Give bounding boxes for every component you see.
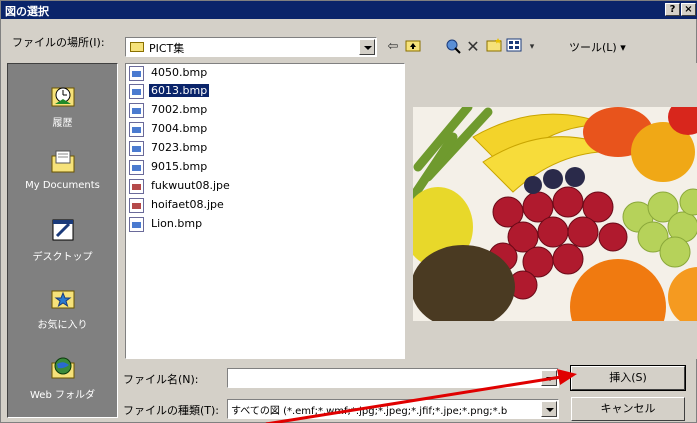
chevron-down-icon[interactable] [359,39,375,55]
search-web-icon[interactable] [444,38,462,56]
place-label: Web フォルダ [30,390,95,401]
chevron-down-icon[interactable] [541,401,557,417]
bitmap-file-icon [129,66,144,81]
web-folders-icon [49,354,77,382]
file-type-label: ファイルの種類(T): [123,404,220,417]
bitmap-file-icon [129,141,144,156]
tools-menu[interactable]: ツール(L) ▾ [569,39,626,55]
views-icon[interactable] [505,38,523,56]
place-label: My Documents [25,180,100,191]
insert-picture-dialog: 図の選択 ? × ファイルの場所(I): PICT集 ⇦ ✕ ▾ ツール(L) … [0,0,697,423]
place-favorites[interactable]: お気に入り [8,278,117,344]
tools-menu-label: ツール(L) [569,41,617,54]
jpeg-file-icon [129,179,144,194]
bitmap-file-icon [129,122,144,137]
cancel-button[interactable]: キャンセル [571,397,685,421]
look-in-dropdown[interactable]: PICT集 [125,37,377,57]
file-name: 4050.bmp [151,66,208,79]
file-name: Lion.bmp [151,217,203,230]
places-bar: 履歴 My Documents デスクトップ お気に入り Web フォルダ [7,63,118,418]
place-web-folders[interactable]: Web フォルダ [8,348,117,414]
place-my-documents[interactable]: My Documents [8,142,117,208]
file-type-value: すべての図 (*.emf;*.wmf;*.jpg;*.jpeg;*.jfif;*… [231,406,508,417]
file-name: 6013.bmp [149,84,210,97]
bitmap-file-icon [129,160,144,175]
bitmap-file-icon [129,84,144,99]
history-icon [49,82,77,110]
look-in-value: PICT集 [149,42,185,55]
help-button[interactable]: ? [665,3,680,16]
chevron-down-icon[interactable] [541,370,557,386]
file-name-label: ファイル名(N): [123,373,199,386]
file-name: 7002.bmp [151,103,208,116]
look-in-label: ファイルの場所(I): [12,36,105,49]
place-label: お気に入り [37,320,88,331]
title-bar[interactable]: 図の選択 ? × [1,1,697,19]
place-label: デスクトップ [32,252,93,263]
file-type-dropdown[interactable]: すべての図 (*.emf;*.wmf;*.jpg;*.jpeg;*.jfif;*… [227,399,559,419]
file-name: fukwuut08.jpe [151,179,230,192]
my-documents-icon [49,148,77,176]
bitmap-file-icon [129,103,144,118]
jpeg-file-icon [129,198,144,213]
window-title: 図の選択 [5,5,49,18]
file-name: hoifaet08.jpe [151,198,224,211]
back-icon[interactable]: ⇦ [384,38,402,56]
bitmap-file-icon [129,217,144,232]
file-name-input[interactable] [227,368,559,388]
place-desktop[interactable]: デスクトップ [8,210,117,276]
favorites-icon [49,284,77,312]
folder-icon [130,42,144,52]
insert-button[interactable]: 挿入(S) [570,365,686,391]
file-name: 7023.bmp [151,141,208,154]
new-folder-icon[interactable] [485,38,503,56]
fruit-photo [413,107,697,321]
file-name: 9015.bmp [151,160,208,173]
desktop-icon [49,216,77,244]
place-history[interactable]: 履歴 [8,76,117,142]
views-dropdown-icon[interactable]: ▾ [523,38,541,56]
file-name: 7004.bmp [151,122,208,135]
up-folder-icon[interactable] [404,38,422,56]
place-label: 履歴 [52,118,73,129]
file-list[interactable]: 4050.bmp 6013.bmp 7002.bmp 7004.bmp 7023… [125,63,405,359]
delete-icon[interactable]: ✕ [464,38,482,56]
image-preview [413,63,697,359]
close-button[interactable]: × [681,3,696,16]
